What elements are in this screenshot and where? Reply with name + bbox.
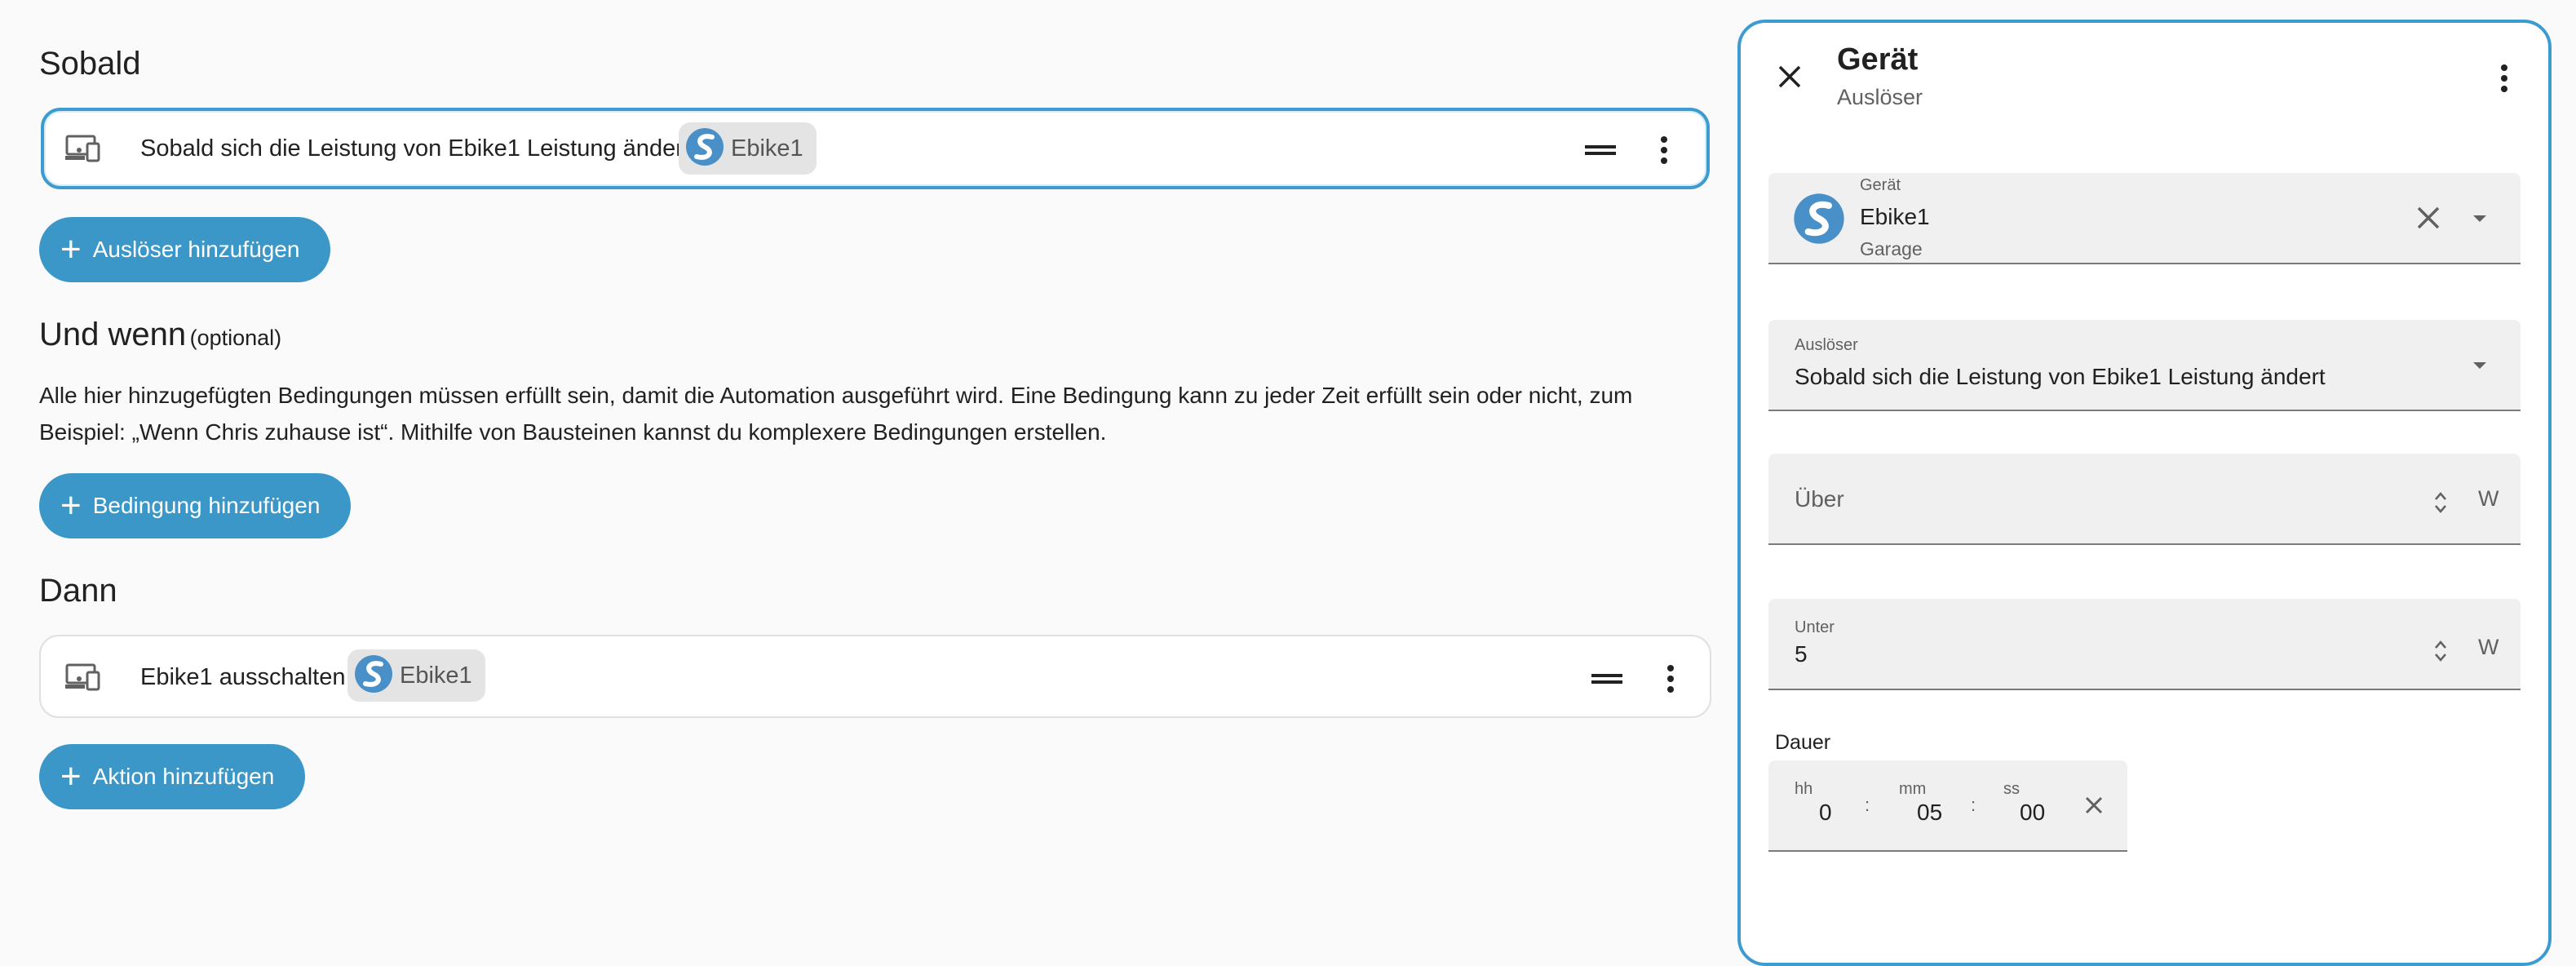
add-action-label: Aktion hinzufügen [92, 764, 275, 789]
hours-value[interactable]: 0 [1819, 800, 1832, 826]
spinner-icon[interactable] [2431, 635, 2450, 667]
below-label: Unter [1795, 618, 1835, 636]
time-separator: : [1971, 795, 1976, 815]
action-card[interactable]: Ebike1 ausschalten Ebike1 [39, 635, 1711, 718]
chip-label: Ebike1 [400, 662, 472, 689]
ebike-logo-icon [1793, 193, 1845, 245]
clear-duration-icon[interactable] [2082, 793, 2106, 818]
hours-label: hh [1795, 780, 1813, 798]
device-area: Garage [1860, 238, 1923, 259]
clear-icon[interactable] [2414, 204, 2442, 232]
trigger-select[interactable]: Auslöser Sobald sich die Leistung von Eb… [1768, 320, 2521, 411]
triggers-title: Sobald [39, 46, 141, 82]
below-value: 5 [1795, 641, 1808, 667]
ebike-logo-icon [354, 654, 393, 698]
above-unit: W [2478, 486, 2499, 511]
spinner-icon[interactable] [2431, 486, 2450, 519]
trigger-text: Sobald sich die Leistung von Ebike1 Leis… [140, 135, 690, 162]
conditions-description: Alle hier hinzugefügten Bedingungen müss… [39, 377, 1632, 450]
actions-title: Dann [39, 573, 117, 609]
plus-icon: + [60, 485, 82, 525]
duration-label: Dauer [1775, 731, 1831, 754]
seconds-label: ss [2003, 780, 2020, 798]
add-trigger-button[interactable]: + Auslöser hinzufügen [39, 217, 331, 282]
description-line-2: Beispiel: „Wenn Chris zuhause ist“. Mith… [39, 419, 1107, 445]
close-icon[interactable] [1773, 60, 1806, 93]
below-unit: W [2478, 635, 2499, 659]
panel-more-menu-icon[interactable] [2488, 60, 2521, 96]
add-trigger-label: Auslöser hinzufügen [92, 237, 300, 262]
drag-handle-icon[interactable] [1591, 662, 1623, 695]
description-line-1: Alle hier hinzugefügten Bedingungen müss… [39, 383, 1633, 408]
above-placeholder: Über [1795, 486, 1844, 512]
device-picker-field[interactable]: Gerät Ebike1 Garage [1768, 173, 2521, 264]
device-trigger-panel: Gerät Auslöser Gerät Ebike1 Garage Auslö… [1737, 20, 2552, 966]
dropdown-arrow-icon[interactable] [2470, 357, 2490, 374]
duration-input[interactable]: hh 0 : mm 05 : ss 00 [1768, 760, 2127, 852]
panel-title: Gerät [1837, 42, 1919, 77]
action-text: Ebike1 ausschalten [140, 664, 346, 690]
below-input[interactable]: Unter 5 W [1768, 599, 2521, 690]
above-input[interactable]: Über W [1768, 454, 2521, 545]
time-separator: : [1865, 795, 1870, 815]
trigger-card[interactable]: Sobald sich die Leistung von Ebike1 Leis… [41, 108, 1710, 189]
device-icon [64, 661, 103, 693]
device-icon [64, 132, 103, 165]
minutes-value[interactable]: 05 [1917, 800, 1942, 826]
device-field-value: Ebike1 [1860, 204, 1930, 229]
trigger-select-value: Sobald sich die Leistung von Ebike1 Leis… [1795, 364, 2326, 389]
dropdown-arrow-icon[interactable] [2470, 210, 2490, 227]
conditions-heading: Und wenn (optional) [39, 317, 281, 353]
add-condition-label: Bedingung hinzufügen [92, 493, 321, 518]
more-menu-icon[interactable] [1654, 661, 1687, 697]
panel-subtitle: Auslöser [1837, 85, 1923, 109]
conditions-title: Und wenn [39, 317, 187, 352]
plus-icon: + [60, 756, 82, 796]
seconds-value[interactable]: 00 [2020, 800, 2045, 826]
trigger-select-label: Auslöser [1795, 336, 1858, 354]
device-chip[interactable]: Ebike1 [679, 122, 817, 175]
plus-icon: + [60, 229, 82, 269]
add-action-button[interactable]: + Aktion hinzufügen [39, 744, 306, 809]
ebike-logo-icon [685, 127, 724, 171]
more-menu-icon[interactable] [1648, 132, 1680, 168]
drag-handle-icon[interactable] [1584, 134, 1617, 166]
minutes-label: mm [1899, 780, 1927, 798]
device-chip[interactable]: Ebike1 [347, 649, 485, 702]
optional-label: (optional) [189, 326, 282, 350]
chip-label: Ebike1 [731, 135, 803, 162]
device-field-label: Gerät [1860, 176, 1901, 194]
add-condition-button[interactable]: + Bedingung hinzufügen [39, 473, 352, 538]
